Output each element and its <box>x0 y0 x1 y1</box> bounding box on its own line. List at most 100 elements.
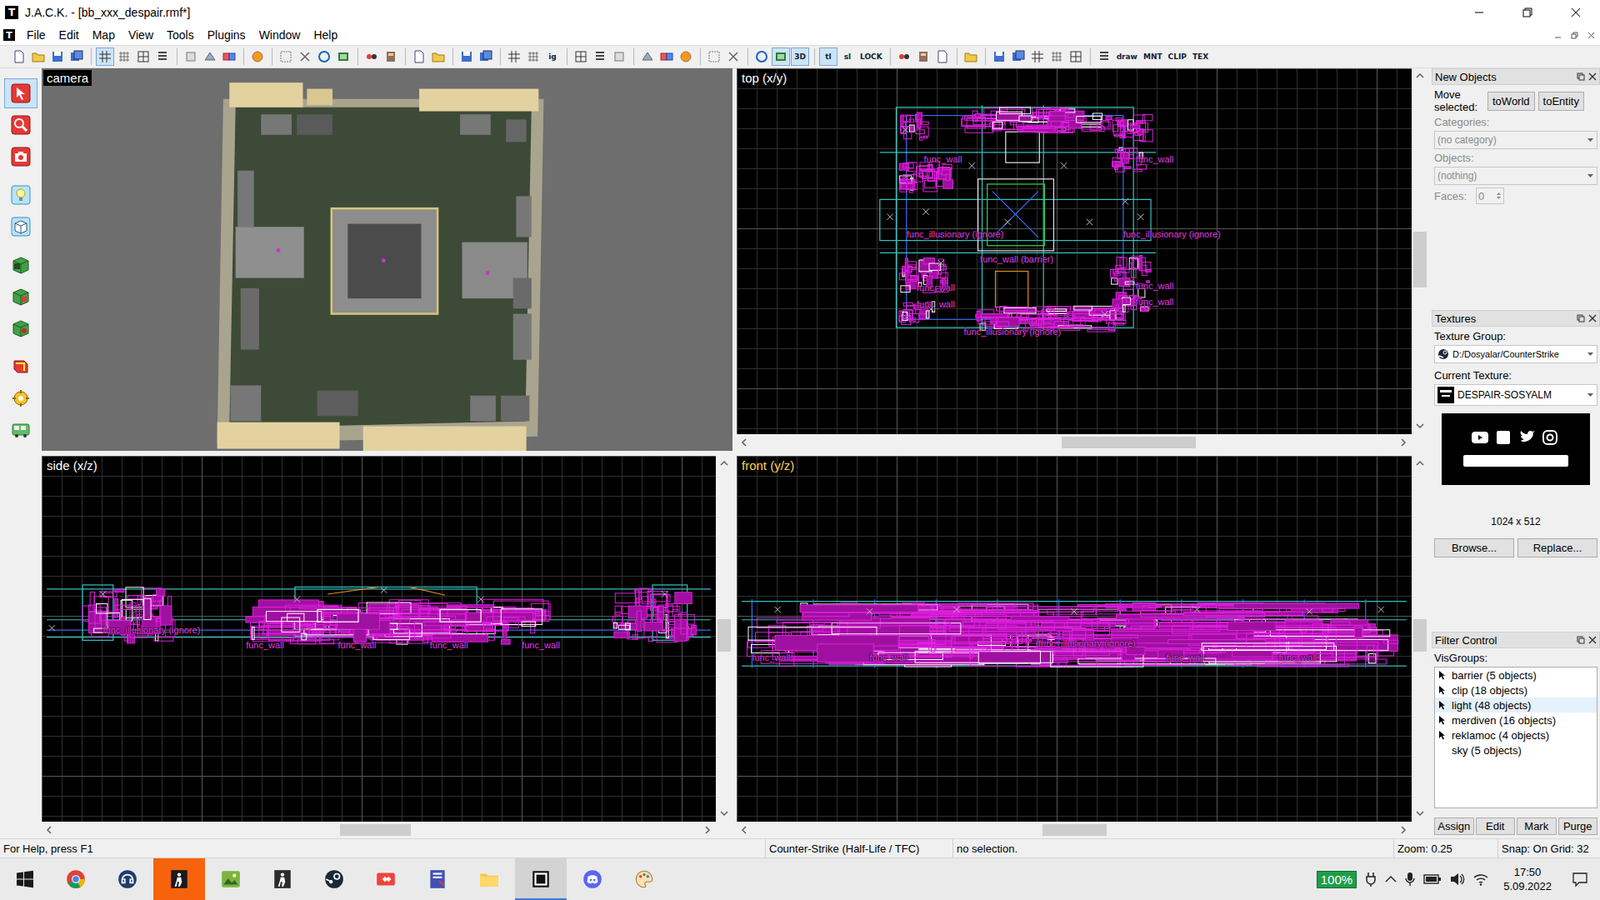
visgroup-row[interactable]: barrier (5 objects) <box>1435 667 1597 683</box>
visgroup-button[interactable]: Assign <box>1434 817 1475 835</box>
tool-button[interactable] <box>4 383 38 414</box>
taskbar-app[interactable] <box>101 858 154 900</box>
toolbar-button[interactable] <box>334 47 353 66</box>
visgroup-row[interactable]: reklamoc (4 objects) <box>1435 727 1597 743</box>
scroll-thumb[interactable] <box>1413 619 1427 653</box>
visgroup-row[interactable]: sky (5 objects) <box>1435 742 1597 758</box>
scroll-up-button[interactable] <box>715 455 733 473</box>
toolbar-button[interactable]: draw <box>1114 47 1140 66</box>
toolbar-button[interactable] <box>1047 47 1066 66</box>
scroll-right-button[interactable] <box>699 821 716 839</box>
taskbar-app[interactable] <box>360 858 412 900</box>
tool-button[interactable] <box>4 250 38 280</box>
toolbar-button[interactable] <box>315 47 334 66</box>
menu-item[interactable]: File <box>20 26 53 44</box>
taskbar-app[interactable] <box>463 858 515 900</box>
toolbar-button[interactable] <box>990 47 1009 66</box>
to-world-button[interactable]: toWorld <box>1487 91 1535 111</box>
toolbar-button[interactable] <box>705 47 724 66</box>
scroll-thumb[interactable] <box>340 824 411 836</box>
toolbar-button[interactable] <box>276 47 295 66</box>
toolbar-button[interactable] <box>95 47 115 66</box>
scroll-down-button[interactable] <box>715 805 733 822</box>
scroll-left-button[interactable] <box>736 821 754 839</box>
tool-button[interactable] <box>4 110 38 140</box>
grid-canvas[interactable]: top (x/y)func_wallfunc_wallfunc_illusion… <box>736 68 1412 435</box>
visgroup-button[interactable]: Edit <box>1475 817 1516 835</box>
camera-viewport[interactable]: camera <box>41 68 733 451</box>
close-button[interactable] <box>1551 0 1600 25</box>
scroll-thumb[interactable] <box>1413 231 1427 289</box>
tool-button[interactable] <box>4 180 38 210</box>
toolbar-button[interactable]: 3D <box>790 47 810 66</box>
visgroup-row[interactable]: merdiven (16 objects) <box>1435 712 1597 728</box>
visgroup-row[interactable]: light (48 objects) <box>1435 697 1597 713</box>
start-button[interactable] <box>0 858 50 900</box>
toolbar-button[interactable] <box>181 47 200 66</box>
toolbar-button[interactable] <box>248 47 267 66</box>
toolbar-button[interactable] <box>10 47 29 66</box>
toolbar-button[interactable] <box>1095 47 1114 66</box>
doc-close-button[interactable] <box>1583 27 1599 43</box>
menu-item[interactable]: View <box>121 26 160 44</box>
toolbar-button[interactable]: tl <box>819 47 838 66</box>
taskbar-app[interactable] <box>256 858 309 900</box>
menu-item[interactable]: Map <box>85 26 122 44</box>
menu-item[interactable]: Help <box>306 26 345 44</box>
taskbar-app[interactable] <box>411 858 464 900</box>
scroll-thumb[interactable] <box>1061 436 1197 449</box>
scroll-thumb[interactable] <box>717 619 731 653</box>
toolbar-button[interactable]: sl <box>838 47 857 66</box>
scroll-left-button[interactable] <box>41 821 59 839</box>
visibility-toggle[interactable] <box>1438 730 1449 740</box>
toolbar-button[interactable] <box>153 47 172 66</box>
toolbar-button[interactable] <box>961 47 980 66</box>
toolbar-button[interactable] <box>134 47 153 66</box>
scroll-up-button[interactable] <box>1411 68 1429 85</box>
toolbar-button[interactable] <box>771 47 790 66</box>
taskbar-app[interactable] <box>566 858 619 900</box>
toolbar-button[interactable] <box>933 47 952 66</box>
toolbar-button[interactable] <box>476 47 495 66</box>
maximize-button[interactable] <box>1503 0 1552 25</box>
toolbar-button[interactable]: CLIP <box>1165 47 1190 66</box>
toolbar-button[interactable] <box>115 47 134 66</box>
tool-button[interactable] <box>4 415 38 445</box>
visibility-toggle[interactable] <box>1438 670 1449 680</box>
toolbar-button[interactable] <box>67 47 86 66</box>
menu-item[interactable]: Tools <box>160 26 201 44</box>
taskbar-app[interactable] <box>308 858 360 900</box>
toolbar-button[interactable] <box>610 47 629 66</box>
toolbar-button[interactable]: TEX <box>1190 47 1211 66</box>
toolbar-button[interactable] <box>524 47 543 66</box>
toolbar-button[interactable] <box>295 47 315 66</box>
toolbar-button[interactable] <box>676 47 695 66</box>
tool-button[interactable] <box>4 281 38 312</box>
toolbar-button[interactable] <box>571 47 590 66</box>
tool-button[interactable] <box>4 351 38 382</box>
taskbar-app[interactable] <box>515 858 567 900</box>
menu-item[interactable]: Edit <box>52 26 86 44</box>
toolbar-button[interactable] <box>590 47 610 66</box>
toolbar-button[interactable] <box>505 47 524 66</box>
visibility-toggle[interactable] <box>1438 685 1449 695</box>
grid-canvas[interactable]: front (y/z)func_wallfunc_wallfunc_illusi… <box>736 455 1412 822</box>
toolbar-button[interactable] <box>895 47 914 66</box>
toolbar-button[interactable] <box>1066 47 1085 66</box>
browse-button[interactable]: Browse... <box>1434 538 1515 558</box>
toolbar-button[interactable] <box>752 47 771 66</box>
toolbar-button[interactable] <box>362 47 381 66</box>
toolbar-button[interactable]: ig <box>543 47 562 66</box>
texture-group-dropdown[interactable]: D:/Dosyalar/CounterStrike <box>1434 345 1598 364</box>
scroll-down-button[interactable] <box>1411 417 1429 435</box>
doc-restore-button[interactable] <box>1566 27 1582 43</box>
visgroup-button[interactable]: Mark <box>1516 817 1557 835</box>
doc-minimize-button[interactable] <box>1550 27 1565 43</box>
toolbar-button[interactable] <box>638 47 657 66</box>
taskbar-app[interactable] <box>153 858 205 900</box>
toolbar-button[interactable] <box>200 47 220 66</box>
toolbar-button[interactable] <box>724 47 743 66</box>
tool-button[interactable] <box>4 78 38 109</box>
toolbar-button[interactable]: LOCK <box>857 47 885 66</box>
toolbar-button[interactable] <box>29 47 48 66</box>
